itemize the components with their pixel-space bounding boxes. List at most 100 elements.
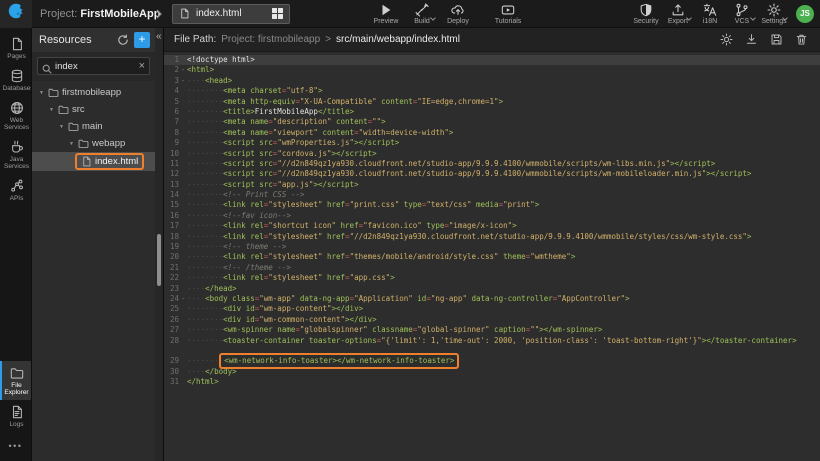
code-text: </html> [187, 377, 219, 387]
topbar-settings-button[interactable]: Settings [758, 3, 790, 25]
code-line-8[interactable]: 8········<meta name="viewport" content="… [164, 128, 820, 138]
code-lines[interactable]: 1<!doctype html>2-<html>3-····<head>4···… [164, 52, 820, 461]
user-avatar[interactable]: JS [796, 5, 814, 23]
code-line-24[interactable]: 24-····<body class="wm-app" data-ng-app=… [164, 294, 820, 304]
line-number: 12 [164, 169, 179, 179]
code-line-4[interactable]: 4········<meta charset="utf-8"> [164, 86, 820, 96]
chevron-down-icon[interactable]: ▼ [49, 107, 55, 113]
code-line-13[interactable]: 13········<script src="app.js"></script> [164, 180, 820, 190]
line-number: 10 [164, 149, 179, 159]
fold-marker-icon[interactable]: - [179, 76, 187, 86]
code-line-3[interactable]: 3-····<head> [164, 76, 820, 86]
code-text: ········<script src="wmProperties.js"></… [187, 138, 399, 148]
code-line-25[interactable]: 25········<div id="wm-app-content"></div… [164, 304, 820, 314]
add-resource-button[interactable]: + [134, 32, 150, 48]
code-line-11[interactable]: 11········<script src="//d2n849qz1ya930.… [164, 159, 820, 169]
code-line-12[interactable]: 12········<script src="//d2n849qz1ya930.… [164, 169, 820, 179]
gutter-space [179, 221, 187, 231]
code-line-5[interactable]: 5········<meta http-equiv="X-UA-Compatib… [164, 97, 820, 107]
code-line-2[interactable]: 2-<html> [164, 65, 820, 75]
gutter-space [179, 149, 187, 159]
search-input[interactable] [55, 61, 136, 72]
rail-item-apis[interactable]: APIs [0, 174, 31, 206]
code-text: ····<body class="wm-app" data-ng-app="Ap… [187, 294, 630, 304]
app-logo[interactable] [0, 0, 32, 28]
code-line-15[interactable]: 15········<link rel="stylesheet" href="p… [164, 200, 820, 210]
code-line-27[interactable]: 27········<wm-spinner name="globalspinne… [164, 325, 820, 335]
tree-item-index-html[interactable]: index.html [32, 152, 155, 171]
code-line-18[interactable]: 18········<link rel="stylesheet" href="/… [164, 232, 820, 242]
line-number: 7 [164, 117, 179, 127]
code-line-17[interactable]: 17········<link rel="shortcut icon" href… [164, 221, 820, 231]
clear-search-icon[interactable]: × [139, 61, 145, 71]
tree-item-firstmobileapp[interactable]: ▼firstmobileapp [32, 84, 155, 101]
code-line-26[interactable]: 26········<div id="wm-common-content"></… [164, 315, 820, 325]
code-line-23[interactable]: 23····</head> [164, 284, 820, 294]
topbar-preview-button[interactable]: Preview [368, 3, 404, 25]
delete-icon[interactable] [795, 33, 808, 46]
collapse-panel-icon[interactable]: « [156, 31, 162, 42]
fold-marker-icon[interactable]: - [179, 65, 187, 75]
code-line-22[interactable]: 22········<link rel="stylesheet" href="a… [164, 273, 820, 283]
code-line-16[interactable]: 16········<!--fav icon--> [164, 211, 820, 221]
highlight-box: <wm-network-info-toaster></wm-network-in… [219, 353, 459, 369]
code-text: ········<script src="app.js"></script> [187, 180, 359, 190]
topbar-build-button[interactable]: Build [404, 3, 440, 25]
tree-item-src[interactable]: ▼src [32, 101, 155, 118]
line-number: 26 [164, 315, 179, 325]
rail-item-file-explorer[interactable]: File Explorer [0, 361, 31, 400]
grid-view-icon[interactable] [272, 8, 283, 19]
code-line-19[interactable]: 19········<!-- theme --> [164, 242, 820, 252]
topbar-security-button[interactable]: Security [630, 3, 662, 25]
line-number: 8 [164, 128, 179, 138]
rail-item-pages[interactable]: Pages [0, 32, 31, 64]
code-line-21[interactable]: 21········<!-- /theme --> [164, 263, 820, 273]
editor-toolbar [720, 33, 808, 46]
code-text: ········<link rel="stylesheet" href="app… [187, 273, 395, 283]
resources-header: Resources + [32, 28, 155, 52]
code-line-10[interactable]: 10········<script src="cordova.js"></scr… [164, 149, 820, 159]
rail-item-logs[interactable]: Logs [0, 400, 31, 432]
topbar-action-label: Tutorials [495, 18, 522, 25]
topbar-i18n-button[interactable]: i18N [694, 3, 726, 25]
rail-item-java-services[interactable]: Java Services [0, 135, 31, 174]
rail-more-button[interactable]: ••• [0, 432, 31, 461]
gutter-space [179, 252, 187, 262]
tree-item-main[interactable]: ▼ main [32, 118, 155, 135]
rail-item-databases[interactable]: Databases [0, 64, 31, 96]
code-text: ········<!-- Print CSS --> [187, 190, 304, 200]
tree-item-webapp[interactable]: ▼webapp [32, 135, 155, 152]
code-line-6[interactable]: 6········<title>FirstMobileApp</title> [164, 107, 820, 117]
tree-item-label: main [82, 121, 103, 132]
rail-item-web-services[interactable]: Web Services [0, 96, 31, 135]
topbar-deploy-button[interactable]: Deploy [440, 3, 476, 25]
fold-marker-icon[interactable]: - [179, 294, 187, 304]
code-text: ····</head> [187, 284, 237, 294]
save-icon[interactable] [770, 33, 783, 46]
chevron-down-icon[interactable]: ▼ [69, 141, 75, 147]
code-line-1[interactable]: 1<!doctype html> [164, 55, 820, 65]
project-breadcrumb[interactable]: Project: FirstMobileApp [32, 8, 152, 20]
refresh-icon[interactable] [117, 34, 129, 46]
breadcrumb-chevron-icon [152, 9, 166, 19]
rail-item-label: File Explorer [3, 382, 31, 396]
export-icon [671, 3, 685, 17]
code-line-9[interactable]: 9 ········<script src="wmProperties.js"><… [164, 138, 820, 148]
code-line-7[interactable]: 7········<meta name="description" conten… [164, 117, 820, 127]
panel-scrollbar[interactable] [157, 234, 161, 286]
settings-icon[interactable] [720, 33, 733, 46]
code-line-28[interactable]: 28········<toaster-container toaster-opt… [164, 336, 820, 346]
chevron-down-icon[interactable]: ▼ [39, 90, 45, 96]
topbar-tutorials-button[interactable]: Tutorials [490, 3, 526, 25]
code-line-29[interactable]: 29········<wm-network-info-toaster></wm-… [164, 356, 820, 366]
topbar-export-button[interactable]: Export [662, 3, 694, 25]
gutter-space [179, 336, 187, 346]
download-icon[interactable] [745, 33, 758, 46]
code-line-31[interactable]: 31</html> [164, 377, 820, 387]
tab-index-html[interactable]: index.html [172, 4, 290, 24]
topbar-vcs-button[interactable]: VCS [726, 3, 758, 25]
code-line-20[interactable]: 20········<link rel="stylesheet" href="t… [164, 252, 820, 262]
chevron-down-icon[interactable]: ▼ [59, 124, 65, 130]
line-number: 9 [164, 138, 179, 148]
code-line-14[interactable]: 14········<!-- Print CSS --> [164, 190, 820, 200]
